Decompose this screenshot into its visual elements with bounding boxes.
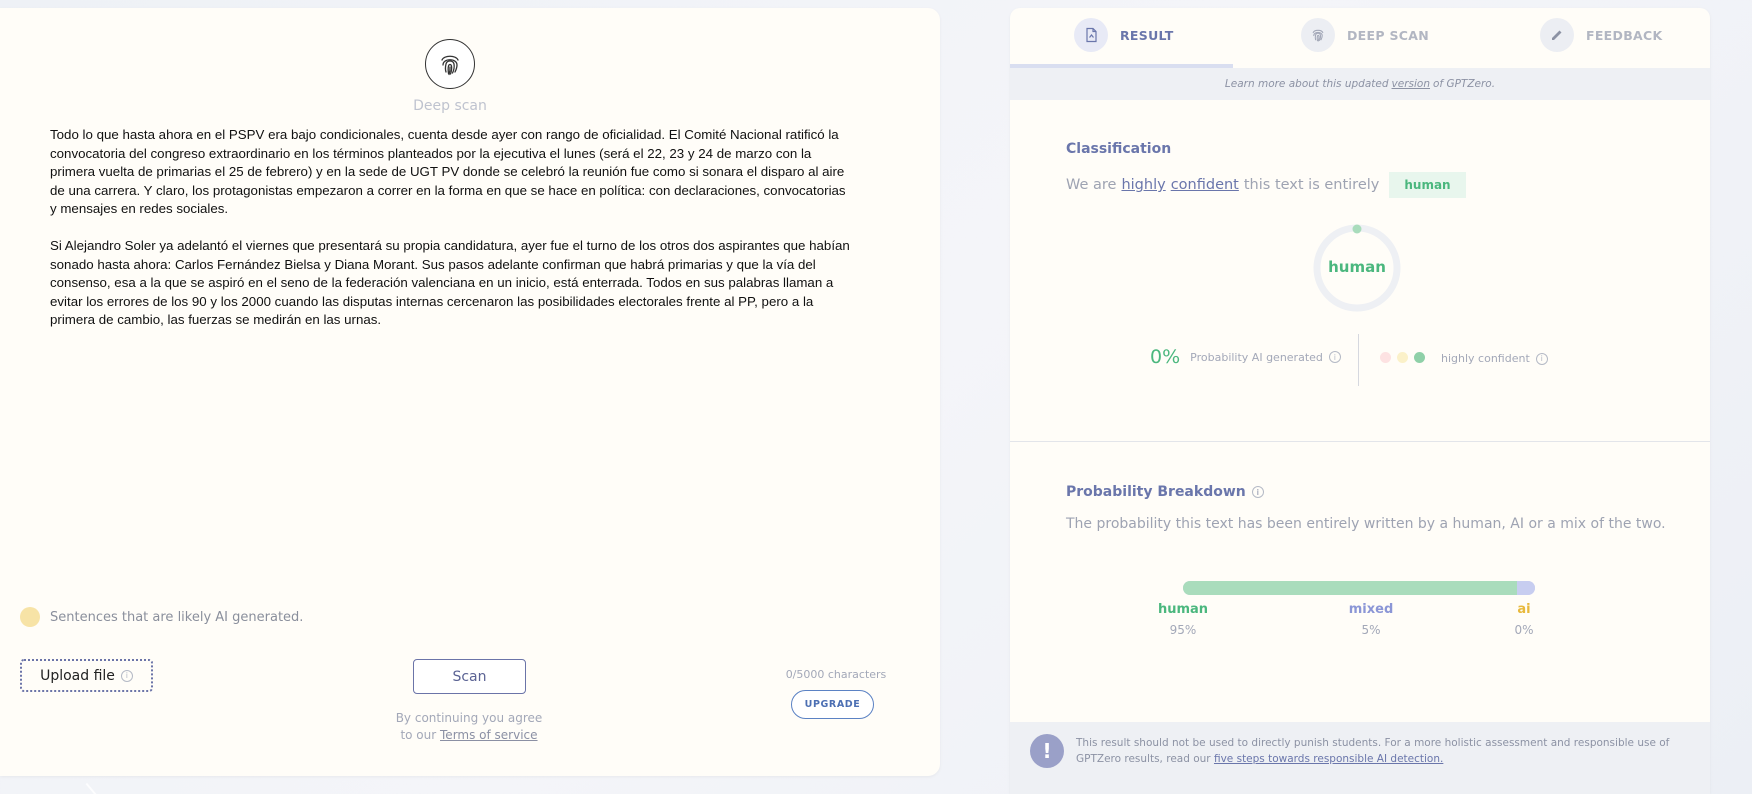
terms-line: By continuing you agree xyxy=(395,711,543,725)
section-divider xyxy=(1010,441,1710,442)
confidence-dot-low xyxy=(1380,352,1391,363)
ai-highlight-legend-dot xyxy=(20,607,40,627)
statement-prefix: We are xyxy=(1066,177,1117,193)
terms-notice: By continuing you agree to our Terms of … xyxy=(389,710,549,744)
fingerprint-icon xyxy=(1301,18,1335,52)
highly-link[interactable]: highly xyxy=(1121,177,1165,193)
upload-file-button[interactable]: Upload file i xyxy=(20,659,153,692)
info-icon[interactable]: i xyxy=(1328,351,1341,363)
probability-bar-human xyxy=(1183,581,1518,595)
scan-button[interactable]: Scan xyxy=(413,659,526,694)
exclamation-icon: ! xyxy=(1030,734,1064,768)
terms-prefix: to our xyxy=(400,728,437,742)
version-info-prefix: Learn more about this updated xyxy=(1224,78,1389,90)
results-panel: RESULT DEEP SCAN FEEDBACK Learn more abo… xyxy=(1010,8,1710,794)
fingerprint-icon xyxy=(441,55,459,76)
notice-text: This result should not be used to direct… xyxy=(1076,735,1686,767)
confidence-dot-high xyxy=(1414,352,1425,363)
breakdown-title: Probability Breakdown xyxy=(1066,484,1246,500)
character-count: 0/5000 characters xyxy=(785,668,887,681)
breakdown-label-ai: ai xyxy=(1517,602,1531,617)
document-icon xyxy=(1074,18,1108,52)
upgrade-button[interactable]: UPGRADE xyxy=(791,690,874,719)
confidence-label: highly confident i xyxy=(1441,352,1548,365)
info-icon[interactable]: i xyxy=(1251,486,1264,498)
breakdown-pct-human: 95% xyxy=(1169,623,1197,637)
ai-probability-value: 0% xyxy=(1150,346,1181,368)
breakdown-title-row: Probability Breakdown i xyxy=(1066,484,1264,500)
breakdown-pct-mixed: 5% xyxy=(1361,623,1381,637)
editor-panel: Deep scan Todo lo que hasta ahora en el … xyxy=(0,8,940,776)
info-icon[interactable]: i xyxy=(1535,352,1548,365)
version-link[interactable]: version xyxy=(1392,78,1430,90)
breakdown-pct-ai: 0% xyxy=(1514,623,1534,637)
tab-label: DEEP SCAN xyxy=(1347,27,1429,43)
confident-link[interactable]: confident xyxy=(1171,177,1239,193)
upload-file-label: Upload file xyxy=(40,667,115,684)
text-paragraph: Todo lo que hasta ahora en el PSPV era b… xyxy=(50,127,846,216)
breakdown-label-human: human xyxy=(1157,602,1209,617)
tab-label: RESULT xyxy=(1120,27,1174,43)
classification-statement: We are highly confident this text is ent… xyxy=(1066,172,1466,198)
tab-result[interactable]: RESULT xyxy=(1074,17,1174,53)
text-input-area[interactable]: Todo lo que hasta ahora en el PSPV era b… xyxy=(50,126,850,348)
breakdown-label-mixed: mixed xyxy=(1348,602,1394,617)
confidence-dot-medium xyxy=(1397,352,1408,363)
info-icon[interactable]: i xyxy=(120,669,133,682)
background-decoration xyxy=(85,782,107,794)
deep-scan-button[interactable] xyxy=(425,39,475,89)
results-tabs: RESULT DEEP SCAN FEEDBACK xyxy=(1010,8,1710,68)
classification-title: Classification xyxy=(1066,141,1172,157)
responsible-ai-link[interactable]: five steps towards responsible AI detect… xyxy=(1214,753,1443,765)
terms-of-service-link[interactable]: Terms of service xyxy=(440,728,538,742)
ai-probability: 0% Probability AI generated i xyxy=(1150,346,1341,368)
ai-highlight-legend-text: Sentences that are likely AI generated. xyxy=(50,610,304,625)
human-badge: human xyxy=(1389,172,1466,198)
text-paragraph: Si Alejandro Soler ya adelantó el vierne… xyxy=(50,238,850,327)
confidence-indicator xyxy=(1380,352,1425,363)
donut-label: human xyxy=(1328,258,1386,276)
tab-label: FEEDBACK xyxy=(1586,27,1663,43)
breakdown-description: The probability this text has been entir… xyxy=(1066,516,1666,532)
deep-scan-label: Deep scan xyxy=(413,98,487,114)
probability-bar-mixed xyxy=(1517,581,1535,595)
version-info-strip: Learn more about this updated version of… xyxy=(1010,68,1710,100)
confidence-text: highly confident xyxy=(1441,352,1530,365)
probability-bar xyxy=(1183,581,1535,595)
statement-middle: this text is entirely xyxy=(1243,177,1380,193)
version-info-suffix: of GPTZero. xyxy=(1433,78,1496,90)
tab-feedback[interactable]: FEEDBACK xyxy=(1540,17,1662,53)
divider xyxy=(1358,334,1359,386)
pencil-icon xyxy=(1540,18,1574,52)
responsible-use-notice: ! This result should not be used to dire… xyxy=(1010,722,1710,794)
tab-deep-scan[interactable]: DEEP SCAN xyxy=(1301,17,1429,53)
ai-probability-label: Probability AI generated xyxy=(1190,350,1323,364)
